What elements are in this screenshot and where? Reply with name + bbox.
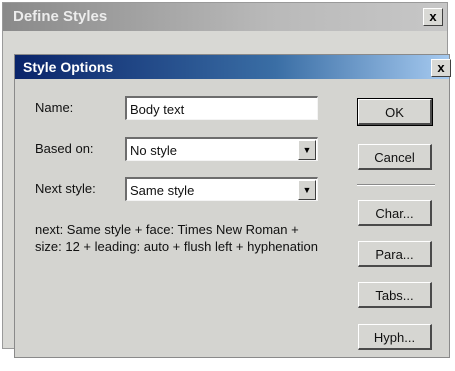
next-style-label: Next style: bbox=[35, 181, 96, 196]
based-on-label: Based on: bbox=[35, 141, 94, 156]
style-options-close-icon[interactable]: x bbox=[431, 59, 451, 77]
based-on-select[interactable]: No style ▼ bbox=[125, 137, 318, 161]
based-on-value: No style bbox=[130, 143, 177, 158]
define-styles-close-icon[interactable]: x bbox=[423, 8, 443, 26]
ok-button[interactable]: OK bbox=[357, 98, 433, 126]
name-input[interactable]: Body text bbox=[125, 96, 318, 120]
hyph-button[interactable]: Hyph... bbox=[358, 324, 432, 350]
define-styles-title-bar[interactable]: Define Styles x bbox=[3, 3, 447, 31]
next-style-value: Same style bbox=[130, 183, 195, 198]
define-styles-title: Define Styles bbox=[13, 8, 108, 25]
style-options-dialog: Style Options x Name: Body text Based on… bbox=[14, 54, 451, 358]
style-description: next: Same style + face: Times New Roman… bbox=[35, 222, 318, 254]
button-separator bbox=[357, 184, 435, 186]
cancel-button[interactable]: Cancel bbox=[358, 144, 432, 170]
next-style-select[interactable]: Same style ▼ bbox=[125, 177, 318, 201]
style-options-title: Style Options bbox=[23, 59, 114, 75]
name-label: Name: bbox=[35, 100, 74, 115]
chevron-down-icon[interactable]: ▼ bbox=[298, 140, 316, 160]
tabs-button[interactable]: Tabs... bbox=[358, 282, 432, 308]
style-options-title-bar[interactable]: Style Options x bbox=[15, 55, 451, 79]
para-button[interactable]: Para... bbox=[358, 241, 432, 267]
char-button[interactable]: Char... bbox=[358, 200, 432, 226]
chevron-down-icon[interactable]: ▼ bbox=[298, 180, 316, 200]
